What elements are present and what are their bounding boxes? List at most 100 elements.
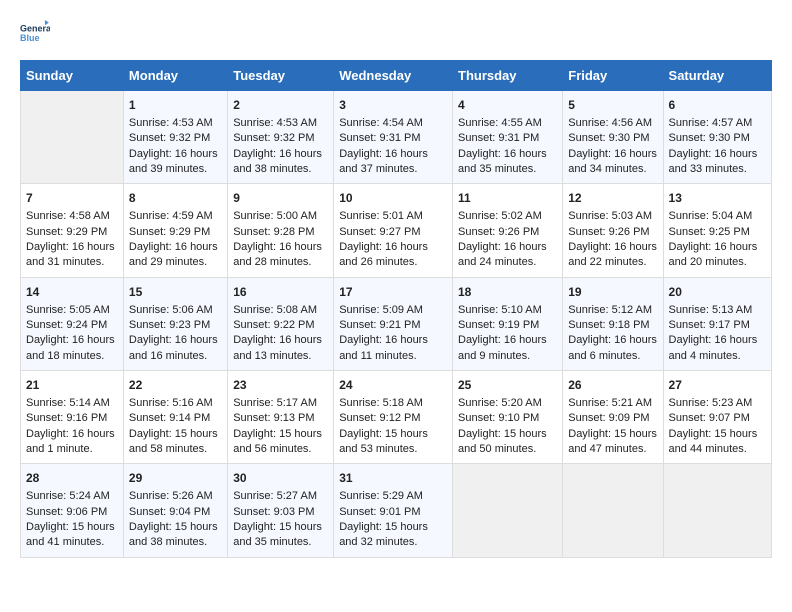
page-header: General Blue: [20, 20, 772, 50]
day-number: 25: [458, 377, 557, 394]
header-monday: Monday: [123, 61, 227, 91]
day-info: Sunset: 9:26 PM: [458, 225, 557, 240]
day-number: 4: [458, 97, 557, 114]
day-info: Daylight: 15 hours and 35 minutes.: [233, 520, 328, 551]
day-cell: 29Sunrise: 5:26 AMSunset: 9:04 PMDayligh…: [123, 464, 227, 557]
day-number: 14: [26, 284, 118, 301]
day-info: Sunrise: 5:00 AM: [233, 209, 328, 224]
day-info: Daylight: 15 hours and 32 minutes.: [339, 520, 447, 551]
day-info: Sunrise: 5:23 AM: [669, 396, 766, 411]
day-info: Sunrise: 4:57 AM: [669, 116, 766, 131]
day-info: Sunrise: 5:24 AM: [26, 489, 118, 504]
day-info: Daylight: 16 hours and 20 minutes.: [669, 240, 766, 271]
day-number: 17: [339, 284, 447, 301]
day-cell: 31Sunrise: 5:29 AMSunset: 9:01 PMDayligh…: [334, 464, 453, 557]
day-number: 16: [233, 284, 328, 301]
day-info: Sunrise: 5:08 AM: [233, 303, 328, 318]
week-row-1: 1 Sunrise: 4:53 AM Sunset: 9:32 PM Daylight…: [21, 91, 772, 184]
day-info: Sunset: 9:24 PM: [26, 318, 118, 333]
day-info: Sunrise: 4:53 AM: [233, 116, 328, 131]
day-info: Sunset: 9:17 PM: [669, 318, 766, 333]
day-cell: 7Sunrise: 4:58 AMSunset: 9:29 PMDaylight…: [21, 184, 124, 277]
day-info: Daylight: 16 hours and 37 minutes.: [339, 147, 447, 178]
day-info: Daylight: 16 hours and 28 minutes.: [233, 240, 328, 271]
svg-text:Blue: Blue: [20, 33, 40, 43]
day-cell: 6Sunrise: 4:57 AMSunset: 9:30 PMDaylight…: [663, 91, 771, 184]
day-info: Daylight: 16 hours and 29 minutes.: [129, 240, 222, 271]
day-info: Sunrise: 5:02 AM: [458, 209, 557, 224]
header-sunday: Sunday: [21, 61, 124, 91]
day-cell: 12Sunrise: 5:03 AMSunset: 9:26 PMDayligh…: [563, 184, 663, 277]
day-info: Sunrise: 5:17 AM: [233, 396, 328, 411]
day-number: 8: [129, 190, 222, 207]
day-info: Sunrise: 5:14 AM: [26, 396, 118, 411]
day-info: Daylight: 15 hours and 41 minutes.: [26, 520, 118, 551]
day-info: Sunrise: 4:56 AM: [568, 116, 657, 131]
day-number: 18: [458, 284, 557, 301]
day-number: 21: [26, 377, 118, 394]
day-info: Daylight: 16 hours and 34 minutes.: [568, 147, 657, 178]
calendar-body: 1 Sunrise: 4:53 AM Sunset: 9:32 PM Daylight…: [21, 91, 772, 558]
day-info: Daylight: 16 hours and 38 minutes.: [233, 147, 328, 178]
day-info: Daylight: 16 hours and 6 minutes.: [568, 333, 657, 364]
day-info: Sunrise: 5:20 AM: [458, 396, 557, 411]
day-info: Sunset: 9:18 PM: [568, 318, 657, 333]
day-info: Daylight: 15 hours and 50 minutes.: [458, 427, 557, 458]
day-info: Sunset: 9:04 PM: [129, 505, 222, 520]
day-cell: [21, 91, 124, 184]
day-number: 9: [233, 190, 328, 207]
day-number: 13: [669, 190, 766, 207]
day-number: 31: [339, 470, 447, 487]
calendar-header: SundayMondayTuesdayWednesdayThursdayFrid…: [21, 61, 772, 91]
day-cell: 28 Sunrise: 5:24 AMSunset: 9:06 PMDayligh…: [21, 464, 124, 557]
day-info: Sunset: 9:26 PM: [568, 225, 657, 240]
day-number: 20: [669, 284, 766, 301]
day-info: Daylight: 16 hours and 35 minutes.: [458, 147, 557, 178]
day-info: Sunset: 9:10 PM: [458, 411, 557, 426]
day-info: Sunset: 9:06 PM: [26, 505, 118, 520]
day-info: Sunset: 9:22 PM: [233, 318, 328, 333]
day-number: 15: [129, 284, 222, 301]
day-number: 30: [233, 470, 328, 487]
day-info: Sunrise: 5:06 AM: [129, 303, 222, 318]
day-cell: 4Sunrise: 4:55 AMSunset: 9:31 PMDaylight…: [453, 91, 563, 184]
day-cell: 10Sunrise: 5:01 AMSunset: 9:27 PMDayligh…: [334, 184, 453, 277]
day-info: Sunset: 9:09 PM: [568, 411, 657, 426]
day-number: 28: [26, 470, 118, 487]
day-info: Sunset: 9:29 PM: [26, 225, 118, 240]
day-cell: [563, 464, 663, 557]
day-info: Sunset: 9:23 PM: [129, 318, 222, 333]
day-info: Sunset: 9:14 PM: [129, 411, 222, 426]
day-number: 6: [669, 97, 766, 114]
day-info: Daylight: 16 hours and 1 minute.: [26, 427, 118, 458]
day-info: Sunset: 9:03 PM: [233, 505, 328, 520]
day-number: 19: [568, 284, 657, 301]
week-row-3: 14Sunrise: 5:05 AMSunset: 9:24 PMDayligh…: [21, 277, 772, 370]
day-info: Daylight: 16 hours and 11 minutes.: [339, 333, 447, 364]
day-cell: 2Sunrise: 4:53 AMSunset: 9:32 PMDaylight…: [228, 91, 334, 184]
day-info: Daylight: 16 hours and 33 minutes.: [669, 147, 766, 178]
day-number: 1: [129, 97, 222, 114]
day-cell: 9Sunrise: 5:00 AMSunset: 9:28 PMDaylight…: [228, 184, 334, 277]
day-info: Daylight: 16 hours and 13 minutes.: [233, 333, 328, 364]
day-number: 12: [568, 190, 657, 207]
day-info: Sunset: 9:32 PM: [129, 131, 222, 146]
day-info: Sunset: 9:31 PM: [458, 131, 557, 146]
header-saturday: Saturday: [663, 61, 771, 91]
day-info: Sunrise: 4:58 AM: [26, 209, 118, 224]
day-info: Daylight: 15 hours and 56 minutes.: [233, 427, 328, 458]
day-info: Daylight: 16 hours and 9 minutes.: [458, 333, 557, 364]
day-cell: 16 Sunrise: 5:08 AMSunset: 9:22 PMDayligh…: [228, 277, 334, 370]
day-info: Sunrise: 5:27 AM: [233, 489, 328, 504]
day-cell: 14Sunrise: 5:05 AMSunset: 9:24 PMDayligh…: [21, 277, 124, 370]
day-number: 2: [233, 97, 328, 114]
day-cell: 17Sunrise: 5:09 AMSunset: 9:21 PMDayligh…: [334, 277, 453, 370]
day-cell: 3Sunrise: 4:54 AMSunset: 9:31 PMDaylight…: [334, 91, 453, 184]
day-info: Sunrise: 5:18 AM: [339, 396, 447, 411]
day-cell: 8Sunrise: 4:59 AMSunset: 9:29 PMDaylight…: [123, 184, 227, 277]
day-info: Sunrise: 5:26 AM: [129, 489, 222, 504]
week-row-4: 21Sunrise: 5:14 AMSunset: 9:16 PMDayligh…: [21, 371, 772, 464]
day-info: Daylight: 15 hours and 53 minutes.: [339, 427, 447, 458]
day-cell: 13Sunrise: 5:04 AMSunset: 9:25 PMDayligh…: [663, 184, 771, 277]
week-row-5: 28Sunrise: 5:24 AMSunset: 9:06 PMDayligh…: [21, 464, 772, 557]
